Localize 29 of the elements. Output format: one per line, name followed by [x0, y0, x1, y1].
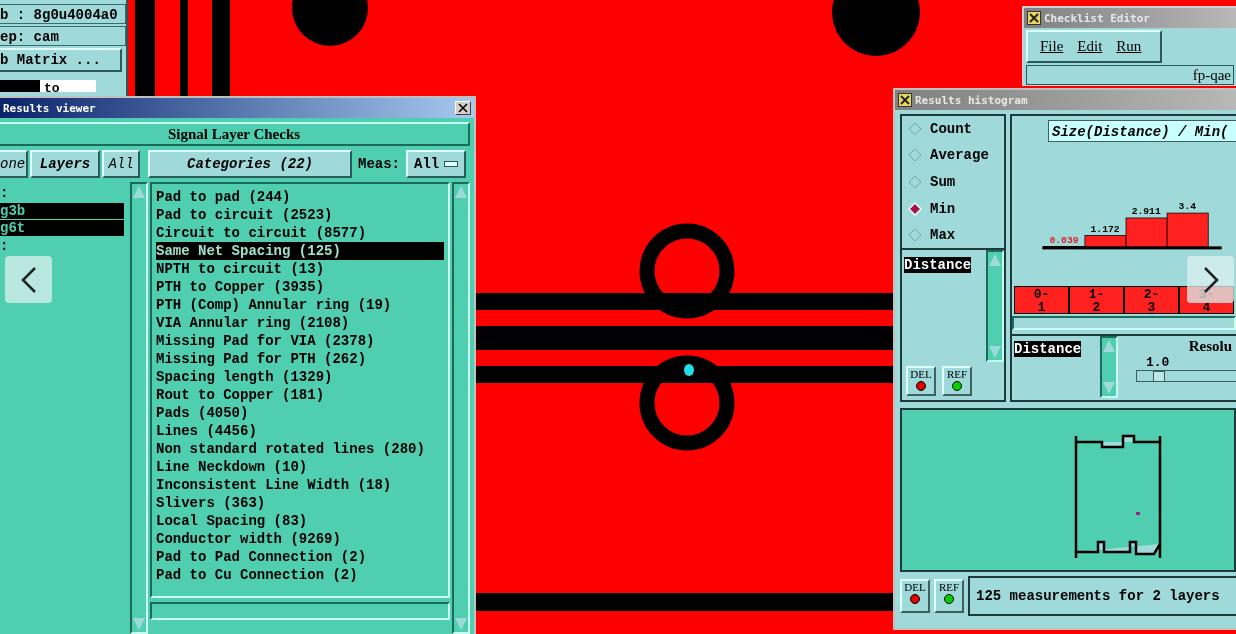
bin-label: 2-3	[1124, 286, 1179, 314]
x-tick-label: 3-4	[1198, 287, 1215, 315]
checklist-name-field: fp-qae	[1026, 65, 1234, 85]
resolution-value: 1.0	[1145, 355, 1171, 370]
step-label: ep: cam	[0, 26, 126, 46]
meas-label: Meas:	[357, 156, 401, 172]
radio-label: Max	[930, 227, 956, 244]
radio-label: Sum	[930, 174, 956, 190]
status-message: 125 measurements for 2 layers	[968, 576, 1236, 616]
window-title: Results viewer	[3, 101, 96, 115]
x-tick-label: 0-1	[1033, 287, 1050, 315]
value-label: 1.172	[1090, 223, 1120, 235]
resolution-label: Resolu	[1187, 338, 1232, 355]
window-title: Results histogram	[915, 93, 1028, 107]
value-label: 2.911	[1131, 206, 1161, 218]
radio-label: Average	[930, 147, 989, 164]
bin-label: 0-1	[1014, 286, 1069, 314]
window-title: Checklist Editor	[1044, 11, 1150, 25]
list-label: :	[0, 184, 10, 202]
x-tick-label: 1-2	[1088, 287, 1105, 315]
value-label: 0.039	[1049, 234, 1079, 246]
bin-label: 1-2	[1069, 286, 1124, 314]
radio-label: Min	[930, 200, 956, 217]
radio-label: Count	[930, 120, 972, 137]
x-tick-label: 2-3	[1143, 287, 1160, 315]
value-label: 3.4	[1178, 201, 1197, 213]
job-label: b : 8g0u4004a0	[0, 4, 126, 24]
list-label: :	[0, 237, 10, 255]
chart-title: Size(Distance) / Min(	[1048, 120, 1236, 142]
